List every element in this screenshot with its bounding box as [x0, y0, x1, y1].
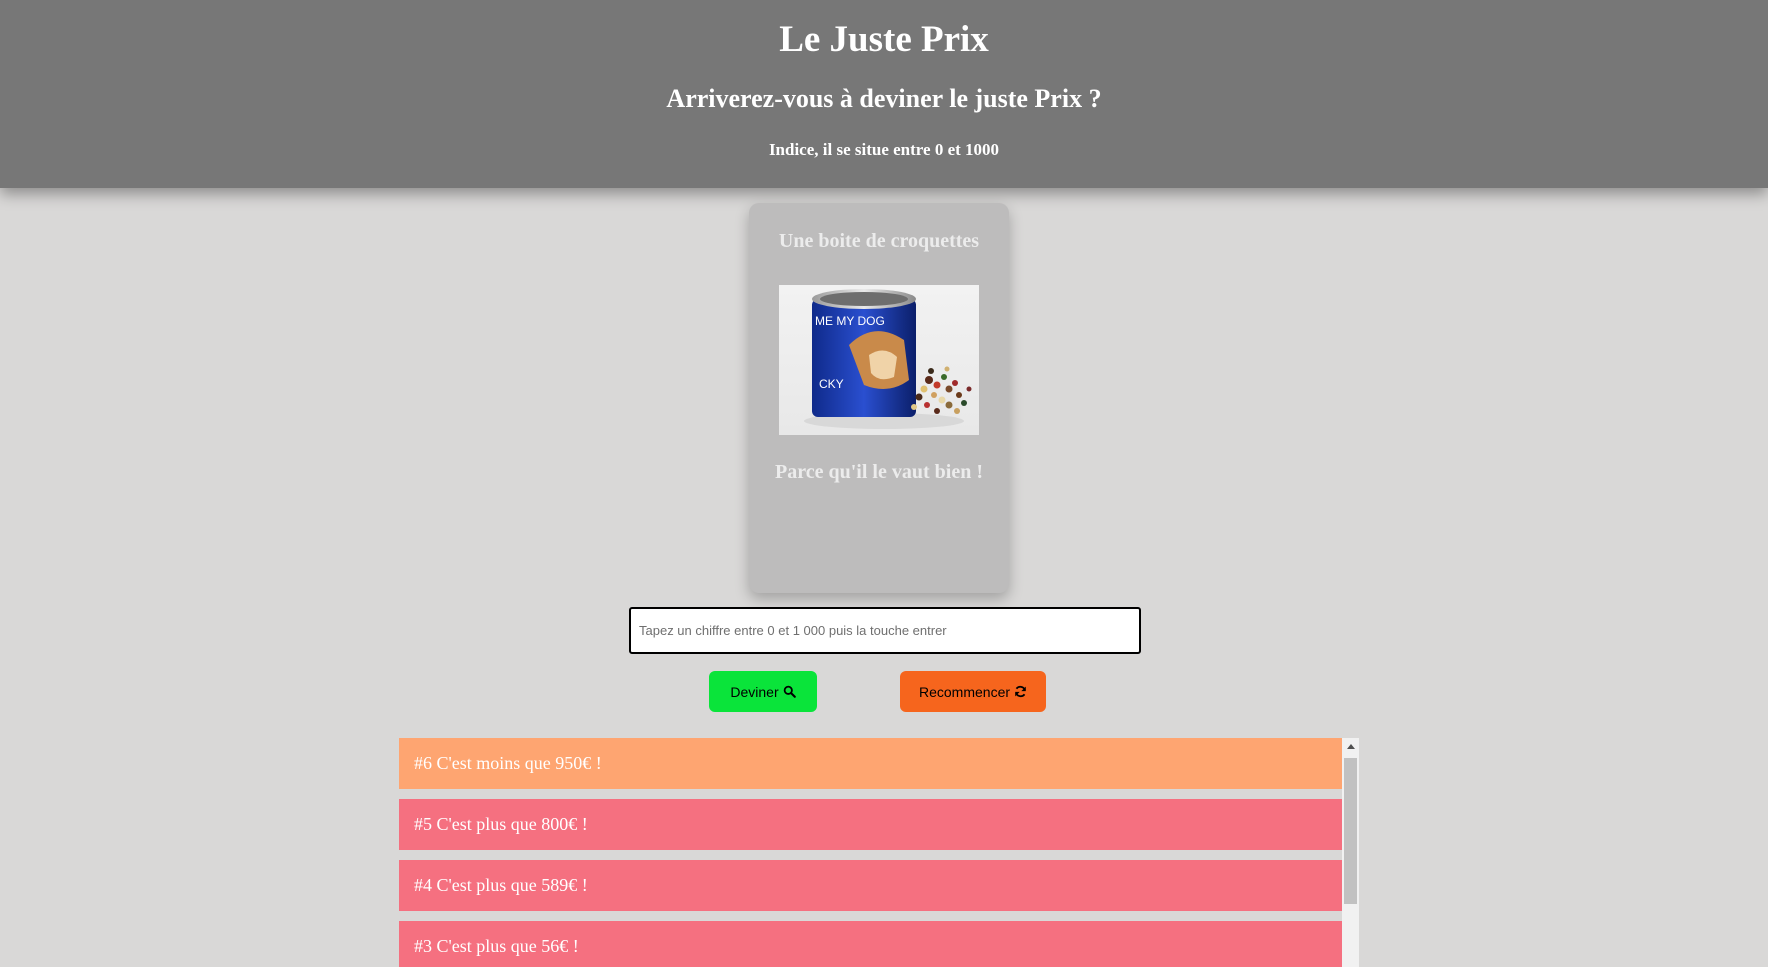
history-item: #4 C'est plus que 589€ ! [399, 860, 1342, 911]
guess-history-list: #6 C'est moins que 950€ ! #5 C'est plus … [399, 738, 1342, 967]
price-guess-input[interactable] [629, 607, 1141, 654]
dog-food-can-image: ME MY DOG CKY [804, 289, 972, 429]
product-image: ME MY DOG CKY [779, 285, 979, 435]
svg-text:ME MY DOG: ME MY DOG [815, 314, 885, 328]
history-scrollbar[interactable] [1342, 738, 1359, 967]
history-item: #5 C'est plus que 800€ ! [399, 799, 1342, 850]
page-title: Le Juste Prix [779, 19, 989, 60]
product-title: Une boite de croquettes [778, 230, 980, 252]
product-card: Une boite de croquettes ME MY DOG CKY Pa… [749, 203, 1009, 593]
guess-history: #6 C'est moins que 950€ ! #5 C'est plus … [399, 738, 1359, 967]
history-item: #3 C'est plus que 56€ ! [399, 921, 1342, 967]
price-hint: Indice, il se situe entre 0 et 1000 [768, 140, 1000, 159]
svg-text:CKY: CKY [819, 377, 844, 391]
guess-button-label: Deviner [730, 683, 779, 700]
search-icon [783, 685, 796, 698]
restart-button[interactable]: Recommencer [900, 671, 1046, 712]
scroll-up-arrow-icon[interactable] [1342, 738, 1359, 755]
history-item: #6 C'est moins que 950€ ! [399, 738, 1342, 789]
guess-button[interactable]: Deviner [709, 671, 817, 712]
product-tagline: Parce qu'il le vaut bien ! [775, 461, 983, 483]
scrollbar-thumb[interactable] [1344, 758, 1357, 904]
page-subtitle: Arriverez-vous à deviner le juste Prix ? [666, 84, 1102, 113]
page-header: Le Juste Prix Arriverez-vous à deviner l… [0, 0, 1768, 188]
restart-button-label: Recommencer [918, 683, 1011, 700]
refresh-icon [1015, 685, 1026, 698]
